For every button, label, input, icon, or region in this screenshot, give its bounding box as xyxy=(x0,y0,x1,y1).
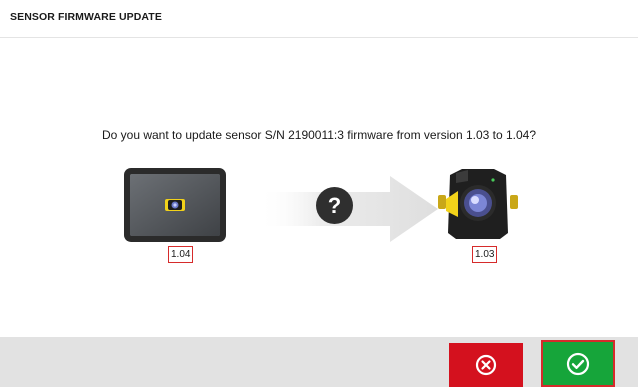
page-title: SENSOR FIRMWARE UPDATE xyxy=(10,11,162,23)
header-bar: SENSOR FIRMWARE UPDATE xyxy=(0,0,638,38)
help-question-icon: ? xyxy=(316,187,353,224)
sensor-device-icon xyxy=(438,169,518,239)
footer-bar xyxy=(0,337,638,387)
check-circle-icon xyxy=(566,352,590,375)
update-question: Do you want to update sensor S/N 2190011… xyxy=(101,128,537,142)
tablet-device-icon xyxy=(124,168,226,242)
target-version-label: 1.04 xyxy=(168,246,194,263)
confirm-update-button[interactable] xyxy=(541,340,615,387)
current-version-label: 1.03 xyxy=(472,246,498,263)
close-circle-icon xyxy=(475,354,497,376)
cancel-button[interactable] xyxy=(449,343,523,387)
